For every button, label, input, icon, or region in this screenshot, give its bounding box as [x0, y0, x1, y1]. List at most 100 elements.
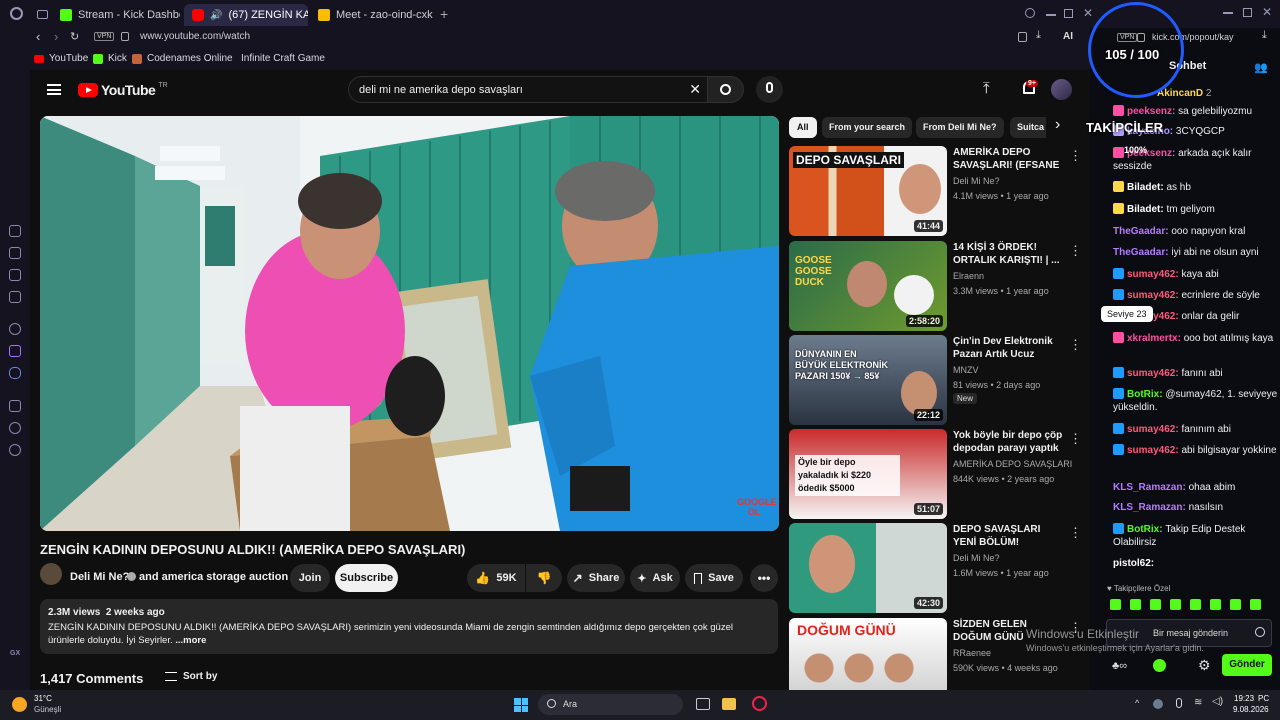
chat-username[interactable]: Biladet:	[1127, 204, 1166, 215]
history-icon[interactable]	[9, 422, 21, 434]
more-vert-icon[interactable]: ⋮	[1069, 243, 1082, 259]
more-vert-icon[interactable]: ⋮	[1069, 431, 1082, 447]
opera-gx-icon[interactable]	[752, 696, 767, 711]
rec-thumbnail[interactable]: GOOSE GOOSE DUCK 2:58:20	[789, 241, 947, 331]
more-vert-icon[interactable]: ⋮	[1069, 337, 1082, 353]
chat-username[interactable]: peeksenz:	[1127, 106, 1178, 117]
twitch-icon[interactable]	[9, 345, 21, 357]
extensions-icon[interactable]	[9, 400, 21, 412]
save-button[interactable]: Save	[685, 564, 743, 592]
rec-channel[interactable]: RRaenee	[953, 648, 991, 658]
chip-from-channel[interactable]: From Deli Mi Ne?	[916, 117, 1004, 138]
vpn-badge[interactable]: VPN	[94, 32, 115, 41]
rec-channel[interactable]: Deli Mi Ne?	[953, 553, 1000, 563]
create-upload-icon[interactable]: ⤒	[983, 80, 990, 97]
gx-icon[interactable]: GX	[10, 650, 20, 657]
emote-6-icon[interactable]	[1210, 599, 1221, 610]
rec-channel[interactable]: MNZV	[953, 365, 979, 375]
emote-2-icon[interactable]	[1130, 599, 1141, 610]
rec-video[interactable]: GOOSE GOOSE DUCK 2:58:20 14 KİŞİ 3 ÖRDEK…	[789, 241, 1089, 331]
start-button[interactable]	[514, 698, 528, 712]
voice-search-button[interactable]	[756, 76, 783, 103]
discord-icon[interactable]	[9, 367, 21, 379]
maximize-icon[interactable]	[1064, 9, 1073, 18]
browser-logo-icon[interactable]	[10, 7, 23, 20]
search-input[interactable]: deli mi ne amerika depo savaşları	[359, 84, 523, 96]
settings-icon[interactable]	[9, 444, 21, 456]
rec-channel[interactable]: Elraenn	[953, 271, 984, 281]
close-window-icon[interactable]: ✕	[1083, 6, 1093, 20]
new-tab-button[interactable]: +	[440, 6, 448, 22]
more-actions-button[interactable]: •••	[750, 564, 778, 592]
tray-up-icon[interactable]: ^	[1135, 698, 1139, 708]
emoji-icon[interactable]	[1255, 627, 1265, 637]
users-icon[interactable]: 👥	[1254, 61, 1268, 74]
chat-username[interactable]: sumay462:	[1127, 290, 1181, 301]
url-field[interactable]: www.youtube.com/watch	[140, 31, 250, 42]
chat-username[interactable]: TheGaadar:	[1113, 226, 1171, 237]
minimize-icon-2[interactable]	[1223, 12, 1233, 14]
chatgpt-icon[interactable]	[9, 323, 21, 335]
chat-username[interactable]: xkralmertx:	[1127, 333, 1184, 344]
search-button[interactable]	[707, 76, 744, 103]
emote-5-icon[interactable]	[1190, 599, 1201, 610]
youtube-logo[interactable]: YouTube TR	[78, 82, 168, 98]
maximize-icon-2[interactable]	[1243, 8, 1252, 17]
reload-icon[interactable]: ↻	[70, 30, 79, 43]
bookmark-codenames[interactable]: Codenames Online	[132, 53, 233, 64]
close-window-icon-2[interactable]: ✕	[1262, 5, 1272, 19]
bookmark-kick[interactable]: Kick	[93, 53, 127, 64]
chat-username[interactable]: KLS_Ramazan:	[1113, 482, 1189, 493]
menu-icon[interactable]	[47, 84, 61, 95]
rec-video[interactable]: 42:30 DEPO SAVAŞLARI YENİ BÖLÜM! (STRİPT…	[789, 523, 1089, 613]
download-icon[interactable]: ⤓	[1036, 29, 1041, 42]
clear-search-icon[interactable]: ✕	[689, 81, 701, 98]
dislike-button[interactable]: 👎	[526, 564, 562, 592]
chat-username[interactable]: TheGaadar:	[1113, 247, 1171, 258]
tabs-menu-icon[interactable]	[37, 10, 48, 19]
collab-channel[interactable]: and america storage auction	[139, 571, 288, 583]
tab-youtube[interactable]: 🔊 (67) ZENGİN KADININ D	[184, 4, 308, 26]
taskbar-search[interactable]: Ara	[538, 694, 683, 715]
ask-button[interactable]: ✦ Ask	[630, 564, 680, 592]
avatar[interactable]	[1051, 79, 1072, 100]
chat-username[interactable]: BotRix:	[1127, 389, 1165, 400]
sidebar-app-4-icon[interactable]	[9, 291, 21, 303]
download-icon[interactable]: ⤓	[1262, 29, 1267, 42]
channel-avatar[interactable]	[40, 563, 62, 585]
sort-comments-button[interactable]: Sort by	[165, 671, 217, 682]
chat-username[interactable]: sumay462:	[1127, 445, 1181, 456]
join-button[interactable]: Join	[290, 564, 330, 592]
speaker-icon[interactable]: 🔊	[210, 10, 222, 21]
weather-sun-icon[interactable]	[12, 697, 27, 712]
chat-tools-icon[interactable]: ♣∞	[1112, 660, 1127, 672]
channel-name[interactable]: Deli Mi Ne?	[70, 571, 129, 583]
wifi-icon[interactable]: ≋	[1194, 697, 1202, 708]
like-button[interactable]: 👍 59K	[467, 564, 525, 592]
kick-icon[interactable]	[1153, 659, 1166, 672]
video-player[interactable]: GOOGLE OL	[40, 116, 779, 531]
minimize-icon[interactable]	[1046, 14, 1056, 16]
chat-username[interactable]: BotRix:	[1127, 524, 1165, 535]
chip-all[interactable]: All	[789, 117, 817, 138]
sidebar-app-3-icon[interactable]	[9, 269, 21, 281]
search-box[interactable]: deli mi ne amerika depo savaşları ✕	[348, 76, 711, 103]
sidebar-app-2-icon[interactable]	[9, 247, 21, 259]
chip-from-your-search[interactable]: From your search	[822, 117, 913, 138]
chat-username[interactable]: pistol62:	[1113, 558, 1154, 569]
rec-thumbnail[interactable]: DEPO SAVAŞLARI 41:44	[789, 146, 947, 236]
top-user-name[interactable]: AkincanD	[1157, 88, 1203, 99]
share-button[interactable]: ↗ Share	[567, 564, 625, 592]
send-button[interactable]: Gönder	[1222, 654, 1272, 676]
description-box[interactable]: 2.3M views 2 weeks ago ZENGİN KADININ DE…	[40, 599, 778, 654]
weather-temp[interactable]: 31°C	[34, 694, 52, 703]
tab-kick-dashboard[interactable]: Stream - Kick Dashboard	[52, 4, 180, 26]
chat-username[interactable]: sumay462:	[1127, 368, 1181, 379]
back-icon[interactable]: ‹	[36, 29, 40, 44]
subscribe-button[interactable]: Subscribe	[335, 564, 398, 592]
emote-7-icon[interactable]	[1230, 599, 1241, 610]
bookmark-infinite-craft[interactable]: Infinite Craft Game	[226, 53, 325, 64]
chip-suitcase[interactable]: Suitca	[1010, 117, 1046, 138]
chat-username[interactable]: sumay462:	[1127, 269, 1181, 280]
rec-thumbnail[interactable]: 42:30	[789, 523, 947, 613]
